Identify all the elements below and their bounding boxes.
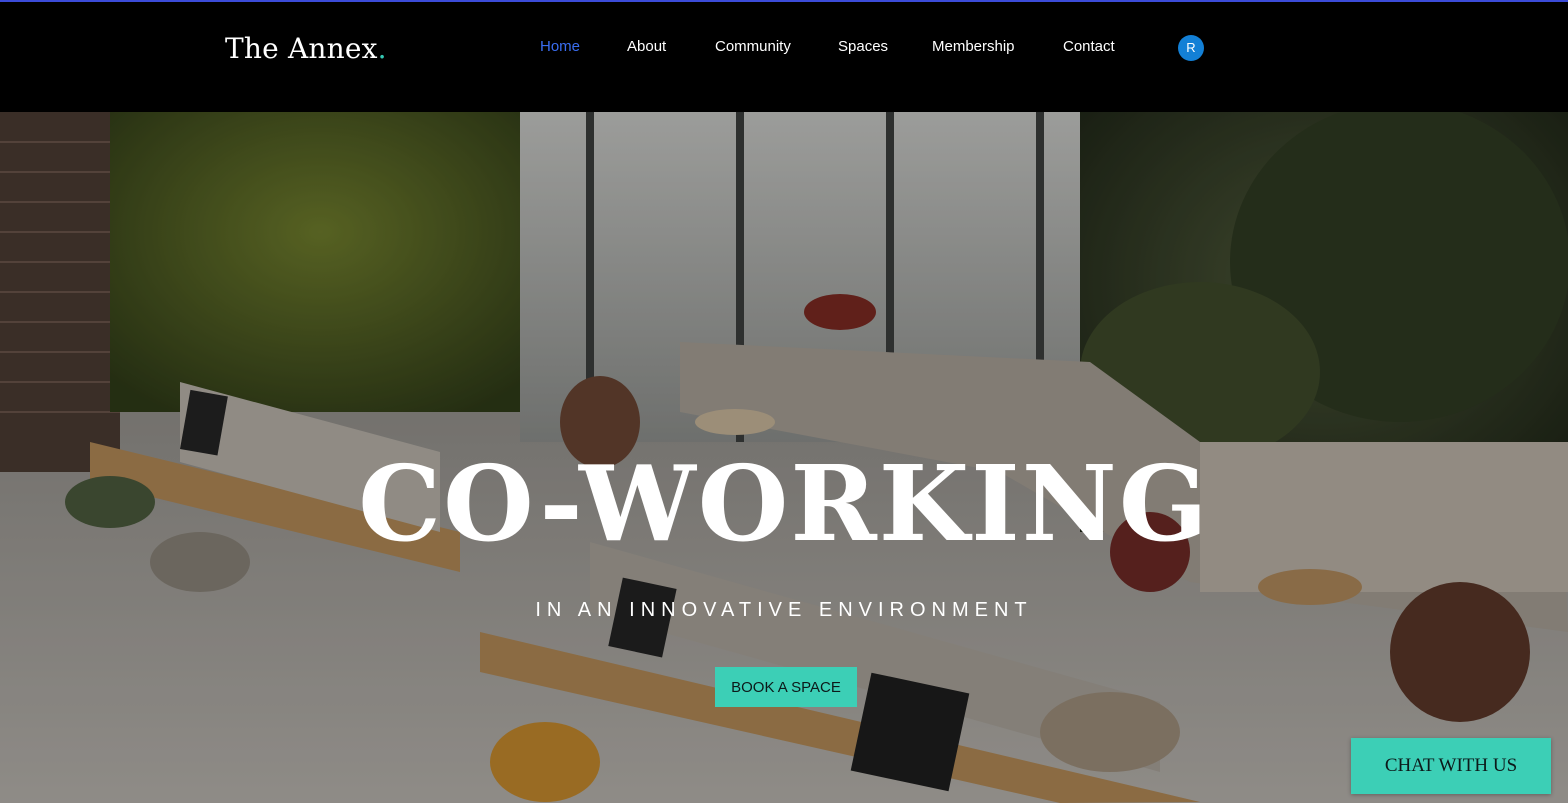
account-avatar[interactable]: R <box>1178 35 1204 61</box>
nav-home[interactable]: Home <box>540 38 580 55</box>
nav-community[interactable]: Community <box>715 38 791 55</box>
brand-dot: . <box>377 32 387 65</box>
book-a-space-button[interactable]: BOOK A SPACE <box>715 667 857 707</box>
site-logo[interactable]: The Annex. <box>225 32 387 65</box>
nav-membership[interactable]: Membership <box>932 38 1015 55</box>
hero-section: CO-WORKING IN AN INNOVATIVE ENVIRONMENT … <box>0 112 1568 803</box>
nav-about[interactable]: About <box>627 38 666 55</box>
hero-subtitle: IN AN INNOVATIVE ENVIRONMENT <box>535 599 1033 621</box>
site-header: The Annex. Home About Community Spaces M… <box>0 2 1568 112</box>
hero-title: CO-WORKING <box>358 442 1210 565</box>
nav-spaces[interactable]: Spaces <box>838 38 888 55</box>
chat-with-us-button[interactable]: CHAT WITH US <box>1351 738 1551 794</box>
brand-name: The Annex <box>225 32 378 65</box>
nav-contact[interactable]: Contact <box>1063 38 1115 55</box>
